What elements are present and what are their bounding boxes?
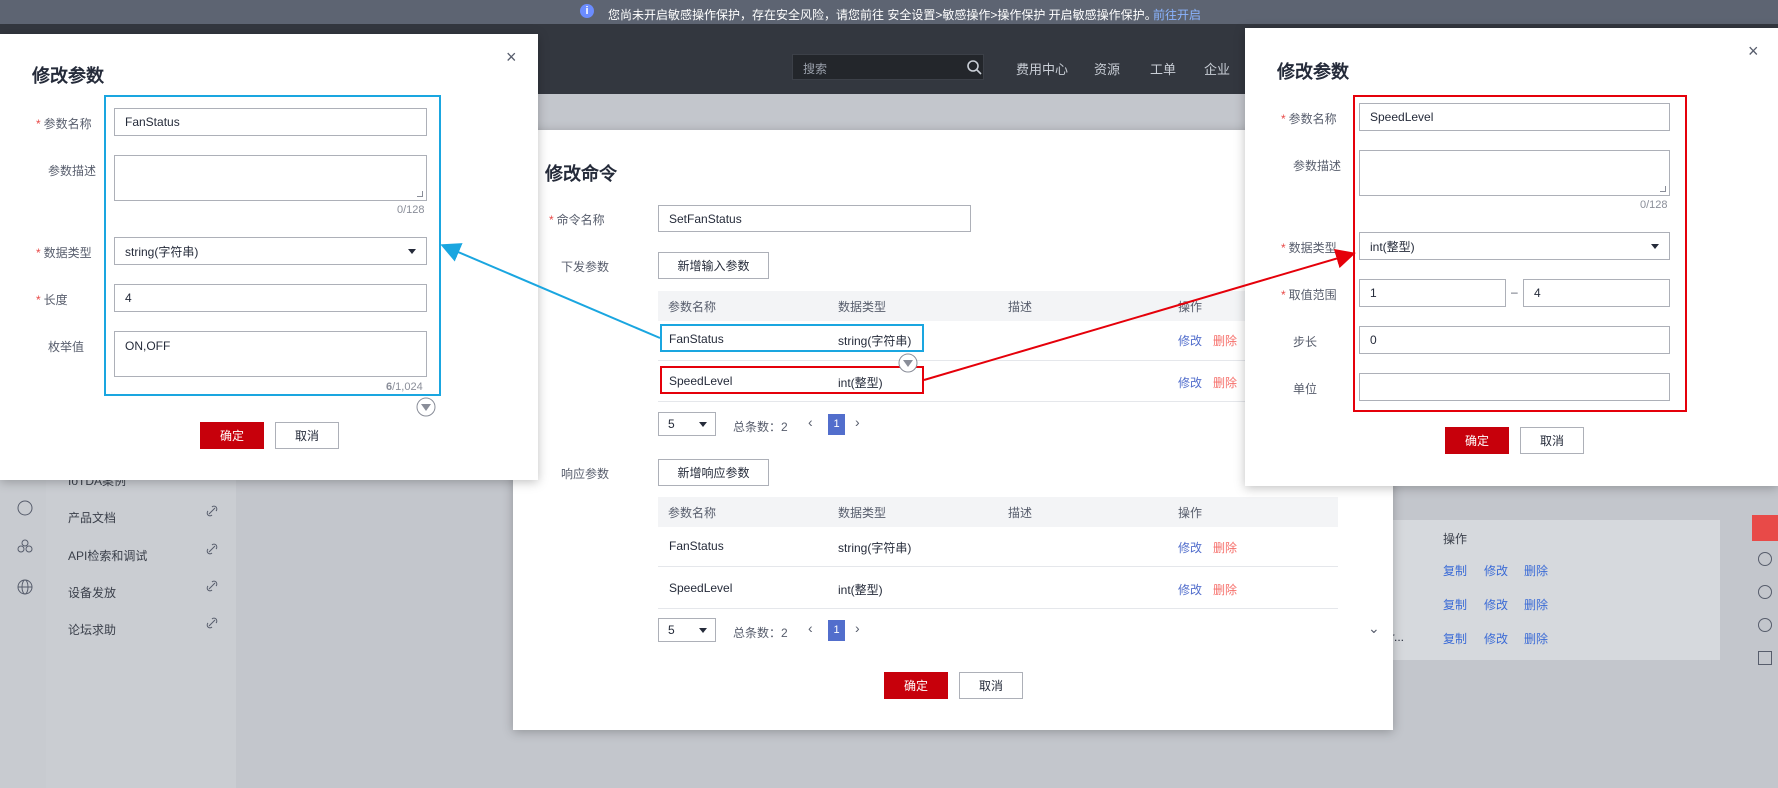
annotation-arrows [416, 243, 1356, 417]
red-connector-arrow [923, 248, 1356, 381]
blue-connector-arrow [440, 243, 661, 339]
